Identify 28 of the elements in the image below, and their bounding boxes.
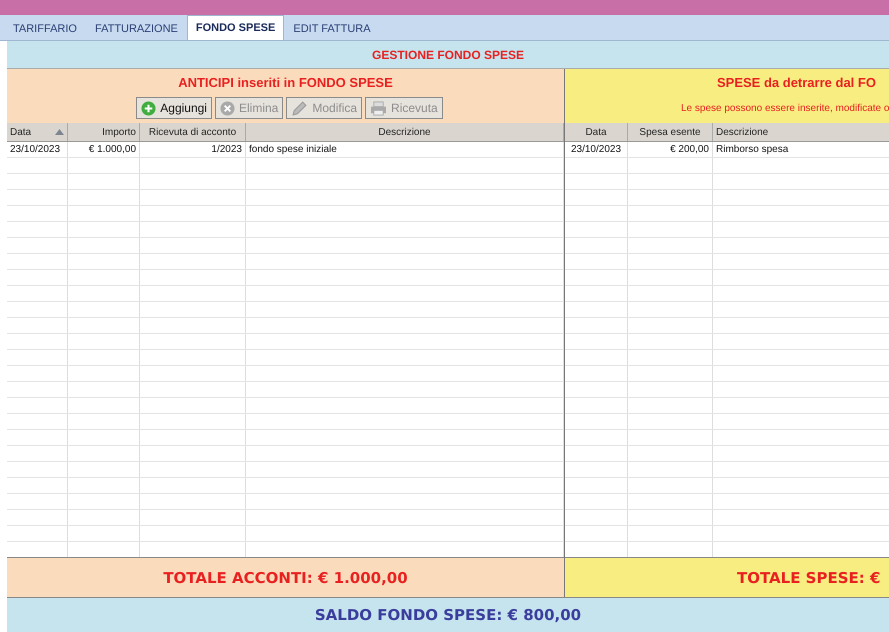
table-cell: Rimborso spesa: [713, 142, 889, 157]
column-header[interactable]: Importo: [68, 123, 140, 141]
balance-label: SALDO FONDO SPESE: € 800,00: [7, 597, 889, 632]
add-button[interactable]: Aggiungi: [136, 97, 212, 119]
panel-title: SPESE da detrarre dal FO: [716, 74, 877, 92]
table-cell: fondo spese iniziale: [246, 142, 564, 157]
table-cell: 1/2023: [140, 142, 246, 157]
column-header[interactable]: Descrizione: [246, 123, 564, 141]
printer-icon: [370, 100, 388, 116]
column-header[interactable]: Descrizione: [713, 123, 889, 141]
column-header[interactable]: Ricevuta di acconto: [140, 123, 246, 141]
table-cell: 23/10/2023: [565, 142, 628, 157]
close-icon: [220, 100, 235, 116]
tab[interactable]: FATTURAZIONE: [86, 17, 187, 40]
column-header[interactable]: Data: [7, 123, 68, 141]
plus-icon: [141, 100, 156, 116]
tab[interactable]: EDIT FATTURA: [284, 17, 380, 40]
section-header: GESTIONE FONDO SPESE: [7, 41, 889, 69]
table-cell: € 200,00: [628, 142, 713, 157]
pencil-icon: [291, 100, 308, 116]
column-header[interactable]: Spesa esente: [628, 123, 713, 141]
panel-title: ANTICIPI inseriti in FONDO SPESE: [177, 74, 394, 92]
info-text: Le spese possono essere inserite, modificate o: [680, 102, 889, 116]
table-cell: € 1.000,00: [68, 142, 140, 157]
tab[interactable]: TARIFFARIO: [4, 17, 86, 40]
column-header[interactable]: Data: [565, 123, 628, 141]
table-cell: 23/10/2023: [7, 142, 68, 157]
tab[interactable]: FONDO SPESE: [186, 15, 284, 40]
